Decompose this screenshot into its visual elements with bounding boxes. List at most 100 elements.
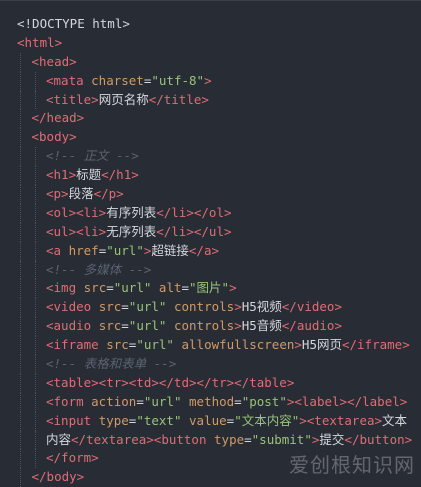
indent-guide [20, 223, 21, 242]
code-content: <img src="url" alt="图片"> [46, 279, 237, 298]
code-line: <audio src="url" controls>H5音频</audio> [0, 317, 421, 336]
code-token-val: "url" [106, 243, 144, 258]
indent-guide [35, 91, 36, 110]
code-token-tag: </li></ol> [156, 205, 231, 220]
code-token-tag: > [294, 337, 302, 352]
code-token-text: 提交 [319, 432, 344, 447]
code-line: <a href="url">超链接</a> [0, 242, 421, 261]
code-token-attr: type [99, 413, 129, 428]
code-line: <html> [0, 34, 421, 53]
code-line: <ol><li>有序列表</li></ol> [0, 204, 421, 223]
indent-guide [20, 412, 21, 431]
code-token-attr: alt [159, 280, 182, 295]
code-token-tag: </li></ul> [156, 224, 231, 239]
indent-guide [35, 449, 36, 468]
indent-guide [35, 355, 36, 374]
code-token-tag: <form [46, 394, 91, 409]
code-token-text [166, 299, 174, 314]
code-line: <!-- 多媒体 --> [0, 261, 421, 280]
code-content: <audio src="url" controls>H5音频</audio> [46, 317, 342, 336]
code-token-comment: <!-- 正文 --> [46, 148, 139, 163]
code-token-attr: controls [174, 318, 234, 333]
indent-guide [35, 166, 36, 185]
indent-guide [20, 317, 21, 336]
code-content: <head> [32, 53, 77, 72]
code-token-val: "url" [136, 337, 174, 352]
indent-guide [20, 431, 21, 450]
code-token-attr: src [84, 280, 107, 295]
indent-guide [20, 109, 21, 128]
indent-guide [35, 317, 36, 336]
code-token-attr: href [69, 243, 99, 258]
code-line: <iframe src="url" allowfullscreen>H5网页</… [0, 336, 421, 355]
indent-guide [20, 355, 21, 374]
code-token-attr: action [91, 394, 136, 409]
code-token-tag: <audio [46, 318, 99, 333]
code-line: </head> [0, 109, 421, 128]
code-editor[interactable]: <!DOCTYPE html> <html><head> <mata charset… [0, 0, 421, 484]
code-token-attr: charset [91, 73, 144, 88]
code-token-text: = [234, 394, 242, 409]
indent-guide [35, 374, 36, 393]
indent-guide [20, 72, 21, 91]
indent-guide [35, 72, 36, 91]
code-content: <ul><li>无序列表</li></ul> [46, 223, 232, 242]
code-content: <!-- 正文 --> [46, 147, 139, 166]
code-token-tag: </form> [46, 450, 99, 465]
code-line: <img src="url" alt="图片"> [0, 279, 421, 298]
code-token-tag: </textarea><button [71, 432, 214, 447]
code-token-tag: <p> [46, 186, 69, 201]
code-content: <title>网页名称</title> [46, 91, 209, 110]
code-token-val: "url" [144, 394, 182, 409]
indent-guide [20, 53, 21, 72]
code-token-tag: > [204, 73, 212, 88]
indent-guide [35, 185, 36, 204]
code-token-tag: <input [46, 413, 99, 428]
code-line: <h1>标题</h1> [0, 166, 421, 185]
code-token-text: = [244, 432, 252, 447]
indent-guide [35, 204, 36, 223]
indent-guide [35, 336, 36, 355]
code-line: <body> [0, 128, 421, 147]
code-token-tag: </h1> [101, 167, 139, 182]
code-token-comment: <!-- 多媒体 --> [46, 262, 151, 277]
code-content: <video src="url" controls>H5视频</video> [46, 298, 342, 317]
code-token-tag: > [234, 318, 242, 333]
code-token-text: 标题 [76, 167, 101, 182]
code-content: <body> [32, 128, 77, 147]
code-token-tag: </title> [149, 92, 209, 107]
indent-guide [20, 185, 21, 204]
code-token-tag: <body> [32, 129, 77, 144]
code-token-text: H5网页 [302, 337, 342, 352]
code-token-val: "text" [136, 413, 181, 428]
code-line: <input type="text" value="文本内容"><textare… [0, 412, 421, 431]
indent-guide [20, 393, 21, 412]
code-content: <table><tr><td></td></tr></table> [46, 374, 294, 393]
code-line: <p>段落</p> [0, 185, 421, 204]
code-token-text: 内容 [46, 432, 71, 447]
code-token-text: 段落 [69, 186, 94, 201]
code-content: <!-- 多媒体 --> [46, 261, 151, 280]
code-token-comment: <!-- 表格和表单 --> [46, 356, 176, 371]
code-token-text: 有序列表 [106, 205, 156, 220]
indent-guide [35, 412, 36, 431]
code-token-val: "submit" [252, 432, 312, 447]
code-token-text: 文本 [382, 413, 407, 428]
code-line: <!-- 表格和表单 --> [0, 355, 421, 374]
code-line: <ul><li>无序列表</li></ul> [0, 223, 421, 242]
code-token-text: 网页名称 [99, 92, 149, 107]
code-token-tag: <head> [32, 54, 77, 69]
code-content: <a href="url">超链接</a> [46, 242, 219, 261]
indent-guide [20, 449, 21, 468]
code-token-attr: type [214, 432, 244, 447]
code-token-attr: src [99, 299, 122, 314]
code-content: <!-- 表格和表单 --> [46, 355, 176, 374]
code-token-attr: controls [174, 299, 234, 314]
code-content: <mata charset="utf-8"> [46, 72, 212, 91]
code-token-tag: <iframe [46, 337, 106, 352]
code-content: <!DOCTYPE html> [17, 15, 130, 34]
code-token-doctype: <!DOCTYPE html> [17, 16, 130, 31]
indent-guide [20, 298, 21, 317]
indent-guide [20, 147, 21, 166]
code-content: <p>段落</p> [46, 185, 124, 204]
